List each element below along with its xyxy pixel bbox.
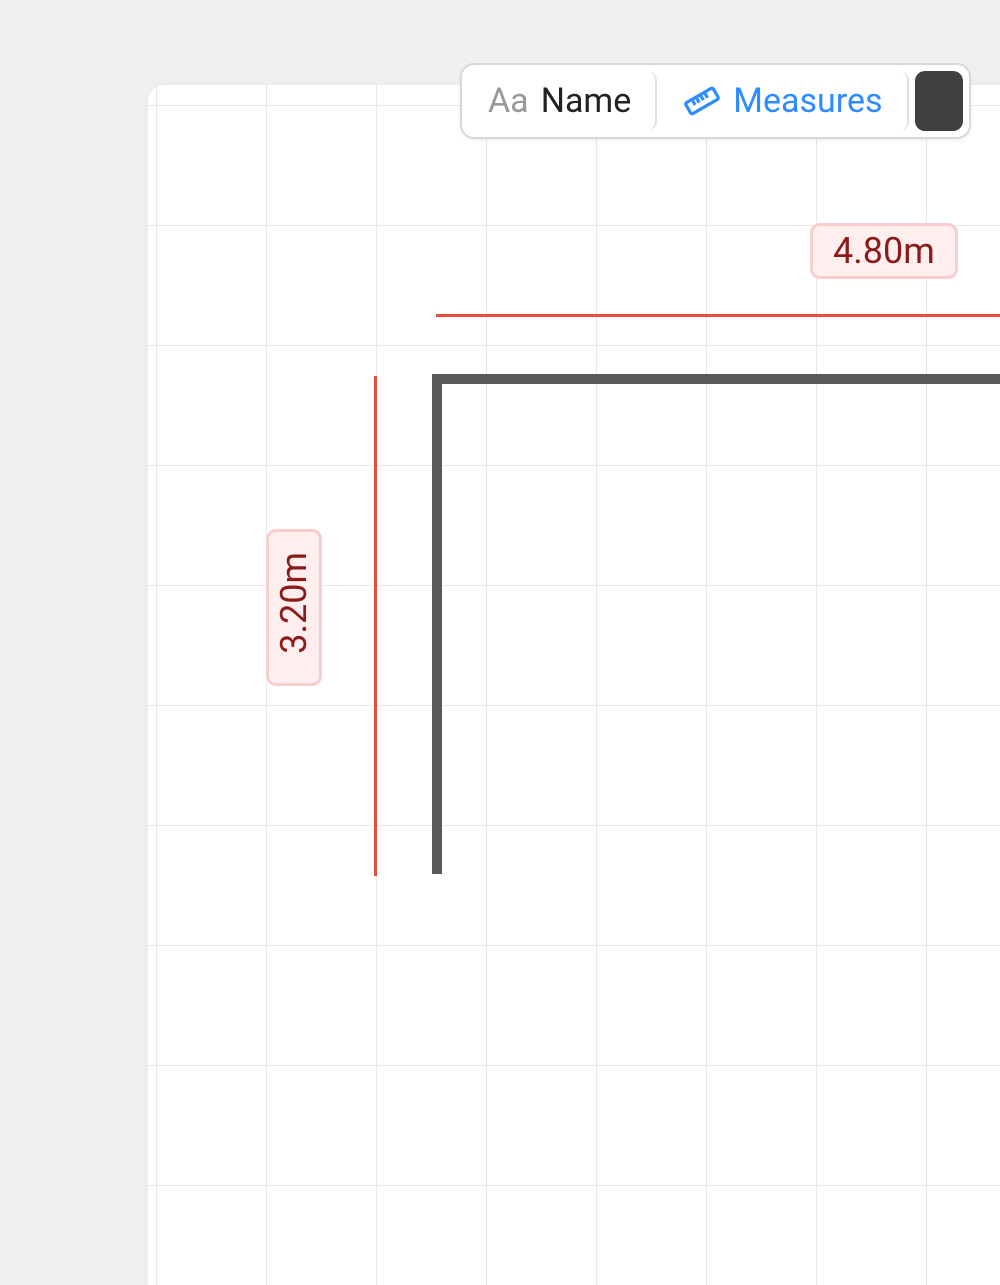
ruler-icon (683, 82, 721, 120)
dimension-value-height: 3.20m (273, 552, 315, 654)
toolbar: Aa Name Measures (460, 63, 971, 139)
name-tool-label: Name (541, 81, 632, 121)
name-tool-button[interactable]: Aa Name (468, 71, 657, 131)
room-outline[interactable] (432, 374, 1000, 874)
dark-tool-button[interactable] (915, 71, 963, 131)
dimension-line-width (436, 314, 1000, 317)
dimension-value-width: 4.80m (833, 230, 935, 272)
measures-tool-label: Measures (733, 81, 882, 121)
dimension-label-width[interactable]: 4.80m (810, 223, 958, 279)
dimension-line-height (374, 376, 377, 876)
text-icon: Aa (488, 81, 529, 121)
dimension-label-height[interactable]: 3.20m (266, 529, 322, 686)
measures-tool-button[interactable]: Measures (663, 71, 908, 131)
